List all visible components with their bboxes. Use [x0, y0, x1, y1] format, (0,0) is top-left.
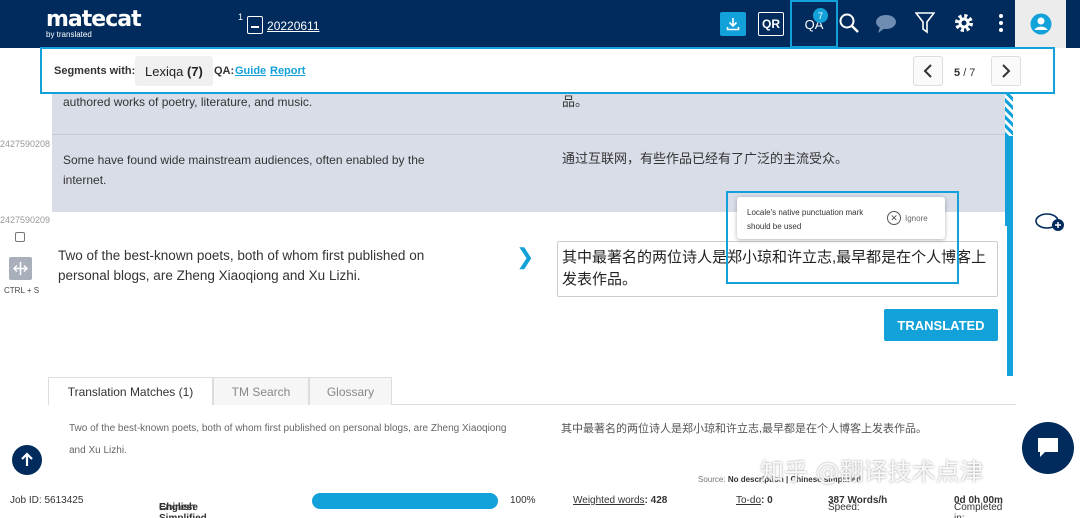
- add-comment-icon[interactable]: [1034, 212, 1068, 234]
- file-icon: [247, 16, 264, 34]
- previous-issue-button[interactable]: [913, 56, 943, 86]
- more-menu-icon[interactable]: [998, 12, 1004, 34]
- file-number: 1: [238, 12, 244, 22]
- qa-label: QA:: [214, 65, 235, 77]
- comment-icon[interactable]: [875, 14, 897, 34]
- next-issue-button[interactable]: [991, 56, 1021, 86]
- logo-text: matecat: [46, 7, 142, 32]
- file-info: 1 20220611: [238, 12, 320, 34]
- move-arrows-icon: [13, 262, 28, 275]
- translated-button[interactable]: TRANSLATED: [884, 309, 998, 341]
- guide-link[interactable]: Guide: [235, 65, 266, 77]
- watermark: 知乎 @翻译技术点津: [760, 458, 984, 486]
- download-button[interactable]: [720, 12, 746, 36]
- lexiqa-filter-button[interactable]: Lexiqa (7): [135, 56, 213, 86]
- ignore-button[interactable]: ✕ Ignore: [887, 211, 928, 225]
- completed-in: Completed in:0d 0h 00m: [954, 495, 1003, 518]
- chat-bubble-icon: [1038, 438, 1058, 457]
- qa-button[interactable]: QA 7: [790, 0, 838, 48]
- ignore-label: Ignore: [905, 213, 928, 223]
- segment-target-1: 品。: [562, 94, 589, 109]
- matecat-logo[interactable]: matecat by translated: [46, 7, 142, 39]
- qa-bar: Segments with: Lexiqa (7) QA: Guide Repo…: [40, 47, 1055, 94]
- job-id: Job ID: 5613425: [10, 495, 84, 506]
- profile-button[interactable]: [1015, 0, 1066, 48]
- copy-source-chevron-icon[interactable]: ❯: [516, 244, 534, 270]
- file-name-link[interactable]: 20220611: [267, 19, 320, 33]
- progress-bar: [312, 493, 498, 509]
- chevron-left-icon: [923, 64, 932, 78]
- ctrl-s-hint: CTRL + S: [4, 286, 40, 295]
- progress-percent: 100%: [510, 495, 536, 506]
- lexiqa-count: (7): [186, 63, 203, 79]
- ignore-x-icon: ✕: [887, 211, 901, 225]
- issue-total: / 7: [963, 67, 976, 79]
- issue-current: 5: [954, 67, 961, 79]
- bottom-tabs: Translation Matches (1) TM Search Glossa…: [48, 377, 1016, 405]
- match-target-text[interactable]: 其中最著名的两位诗人是郑小琼和许立志,最早都是在个人博客上发表作品。: [561, 420, 927, 436]
- tab-glossary[interactable]: Glossary: [309, 377, 392, 405]
- issue-counter: 5 / 7: [954, 67, 975, 79]
- completed-label: Completed in:: [954, 502, 1003, 518]
- download-icon: [726, 18, 740, 31]
- top-bar: matecat by translated 1 20220611 QR QA 7: [0, 0, 1080, 48]
- speed: Speed: 387 Words/h: [828, 495, 887, 513]
- weighted-words-label: Weighted words: [573, 495, 645, 506]
- active-source-text: Two of the best-known poets, both of who…: [58, 248, 425, 283]
- scrollbar-marker: [1005, 94, 1013, 136]
- todo-count[interactable]: To-do: 0: [736, 495, 773, 506]
- search-icon[interactable]: [838, 12, 860, 34]
- language-target: Chinese Simplified: [159, 502, 207, 518]
- filter-icon[interactable]: [915, 12, 935, 34]
- segment-select-checkbox[interactable]: [15, 232, 25, 242]
- todo-label: To-do: [736, 495, 762, 506]
- scroll-top-button[interactable]: [12, 445, 42, 475]
- status-footer: Job ID: 5613425 English → Chinese Simpli…: [0, 488, 1080, 518]
- tab-tm-search[interactable]: TM Search: [213, 377, 309, 405]
- weighted-words-value: : 428: [644, 495, 668, 506]
- arrow-up-icon: [21, 452, 33, 466]
- segments-with-label: Segments with:: [54, 65, 136, 77]
- gear-icon[interactable]: [953, 12, 975, 34]
- segment-source-1: authored works of poetry, literature, an…: [63, 95, 313, 109]
- tooltip-message: Locale's native punctuation mark should …: [747, 208, 864, 231]
- qa-badge: 7: [813, 8, 828, 23]
- tab-translation-matches[interactable]: Translation Matches (1): [48, 377, 213, 405]
- lexiqa-label: Lexiqa: [145, 63, 184, 79]
- move-segment-button[interactable]: [9, 257, 32, 280]
- segment-target-2: 通过互联网，有些作品已经有了广泛的主流受众。: [562, 151, 849, 166]
- qr-button[interactable]: QR: [758, 12, 784, 36]
- active-segment-id: 2427590209: [0, 215, 51, 225]
- user-avatar-icon: [1030, 13, 1051, 35]
- segment-source-2: Some have found wide mainstream audience…: [63, 153, 425, 187]
- match-source-label: Source:: [698, 475, 726, 484]
- qa-tooltip: Locale's native punctuation mark should …: [737, 197, 945, 239]
- segment-id-2: 2427590208: [0, 139, 51, 149]
- weighted-words[interactable]: Weighted words: 428: [573, 495, 667, 506]
- chevron-right-icon: [1002, 64, 1011, 78]
- segment-divider: [52, 134, 1012, 135]
- speed-label: Speed:: [828, 502, 860, 513]
- match-source-text: Two of the best-known poets, both of who…: [69, 423, 507, 456]
- report-link[interactable]: Report: [270, 65, 305, 77]
- support-chat-button[interactable]: [1022, 422, 1074, 474]
- todo-value: : 0: [761, 495, 773, 506]
